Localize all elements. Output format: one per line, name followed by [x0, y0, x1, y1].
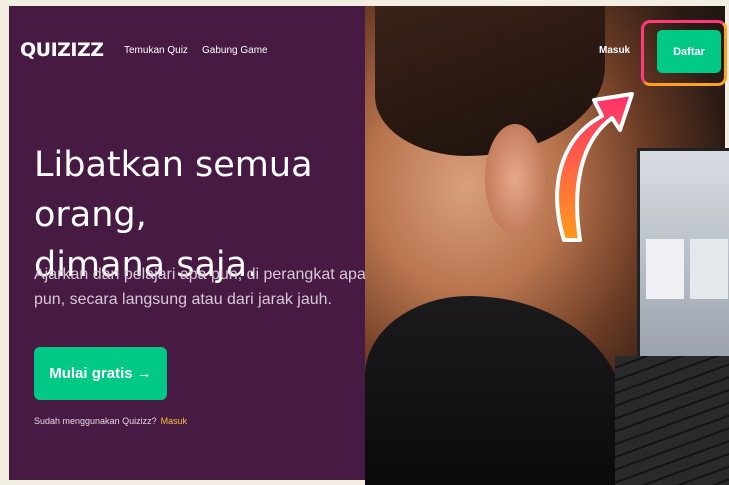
photo-keyboard [615, 356, 729, 485]
hero-subtitle: Ajarkan dan pelajari apa pun, di perangk… [34, 266, 366, 308]
nav-link-gabung-game[interactable]: Gabung Game [202, 45, 268, 56]
quizizz-logo[interactable]: QUIZIZZ [20, 39, 104, 61]
screenshot-frame: QUIZIZZ Temukan Quiz Gabung Game Masuk D… [0, 0, 729, 485]
nav-link-temukan-quiz[interactable]: Temukan Quiz [124, 45, 188, 56]
photo-ear [485, 124, 545, 234]
photo-laptop-screen [637, 148, 729, 364]
start-free-button[interactable]: Mulai gratis → [34, 347, 167, 400]
already-using-text: Sudah menggunakan Quizizz? Masuk [34, 416, 187, 426]
signup-button[interactable]: Daftar [657, 30, 721, 73]
already-login-link[interactable]: Masuk [161, 416, 188, 426]
hero-headline-line1: Libatkan semua orang, [34, 145, 313, 235]
photo-screen-pane [646, 239, 684, 299]
photo-screen-pane [690, 239, 728, 299]
photo-hood [365, 296, 625, 485]
curved-arrow-icon [555, 92, 634, 242]
already-using-label: Sudah menggunakan Quizizz? [34, 416, 157, 426]
login-link[interactable]: Masuk [599, 45, 630, 56]
